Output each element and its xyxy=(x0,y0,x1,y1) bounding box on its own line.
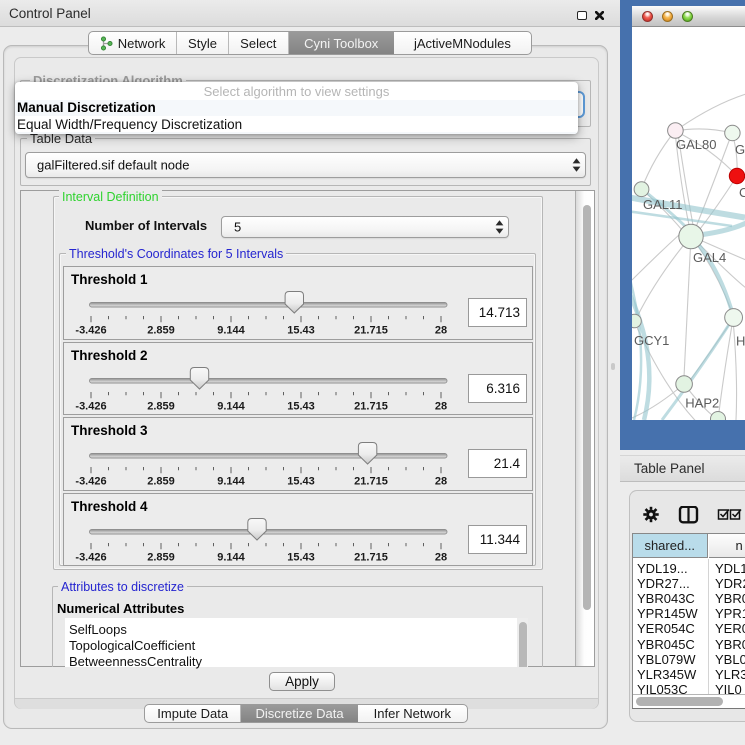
svg-text:9.144: 9.144 xyxy=(217,476,245,488)
svg-text:9.144: 9.144 xyxy=(217,400,245,412)
svg-text:-3.426: -3.426 xyxy=(75,400,106,412)
svg-text:2.859: 2.859 xyxy=(147,476,175,488)
svg-text:15.43: 15.43 xyxy=(287,476,315,488)
svg-text:G: G xyxy=(735,142,745,157)
svg-text:H: H xyxy=(736,334,745,349)
svg-text:15.43: 15.43 xyxy=(287,400,315,412)
svg-text:2.859: 2.859 xyxy=(147,551,175,563)
svg-text:21.715: 21.715 xyxy=(354,476,388,488)
svg-text:GAL4: GAL4 xyxy=(693,250,726,265)
svg-text:GCY1: GCY1 xyxy=(634,333,669,348)
svg-text:2.859: 2.859 xyxy=(147,400,175,412)
svg-text:HAP2: HAP2 xyxy=(685,396,719,411)
svg-text:2.859: 2.859 xyxy=(147,325,175,337)
svg-text:21.715: 21.715 xyxy=(354,551,388,563)
svg-text:15.43: 15.43 xyxy=(287,325,315,337)
svg-text:21.715: 21.715 xyxy=(354,400,388,412)
svg-text:GAL11: GAL11 xyxy=(643,197,683,212)
svg-text:C: C xyxy=(739,185,745,200)
svg-text:21.715: 21.715 xyxy=(354,325,388,337)
svg-text:9.144: 9.144 xyxy=(217,551,245,563)
svg-text:28: 28 xyxy=(435,476,447,488)
svg-text:28: 28 xyxy=(435,325,447,337)
svg-text:-3.426: -3.426 xyxy=(75,551,106,563)
svg-text:28: 28 xyxy=(435,400,447,412)
svg-text:GAL80: GAL80 xyxy=(676,137,716,152)
svg-text:9.144: 9.144 xyxy=(217,325,245,337)
svg-text:-3.426: -3.426 xyxy=(75,325,106,337)
svg-text:15.43: 15.43 xyxy=(287,551,315,563)
svg-text:-3.426: -3.426 xyxy=(75,476,106,488)
svg-text:28: 28 xyxy=(435,551,447,563)
